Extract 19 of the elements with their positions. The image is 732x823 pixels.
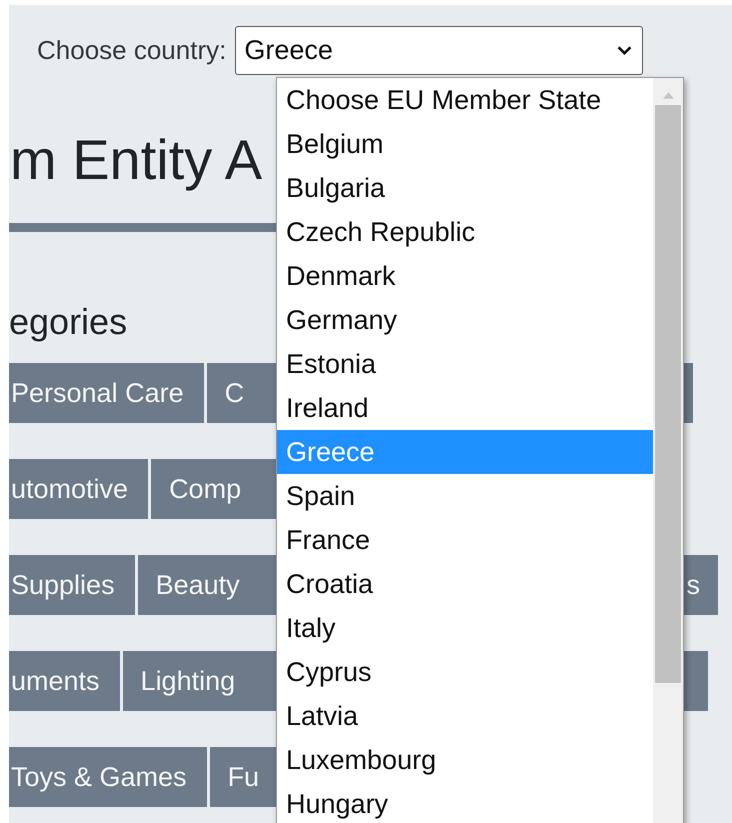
scroll-up-icon[interactable]	[662, 92, 674, 99]
dropdown-option[interactable]: Choose EU Member State	[277, 78, 653, 122]
dropdown-option[interactable]: Denmark	[277, 254, 653, 298]
category-tag[interactable]: Toys & Games	[9, 747, 207, 807]
category-tag[interactable]: Personal Care	[9, 363, 204, 423]
page-heading: m Entity A	[9, 130, 262, 190]
category-tag[interactable]: uments	[9, 651, 120, 711]
dropdown-option[interactable]: Bulgaria	[277, 166, 653, 210]
scrollbar[interactable]	[653, 78, 683, 823]
country-select[interactable]: Greece	[235, 26, 644, 75]
dropdown-option[interactable]: Czech Republic	[277, 210, 653, 254]
field-label: Choose country:	[37, 35, 226, 66]
category-tag[interactable]: Supplies	[9, 555, 135, 615]
scrollbar-thumb[interactable]	[655, 105, 681, 683]
dropdown-option[interactable]: Belgium	[277, 122, 653, 166]
category-tag[interactable]: utomotive	[9, 459, 148, 519]
dropdown-option[interactable]: Germany	[277, 298, 653, 342]
section-title: egories	[9, 300, 128, 344]
chevron-down-icon	[617, 45, 632, 56]
